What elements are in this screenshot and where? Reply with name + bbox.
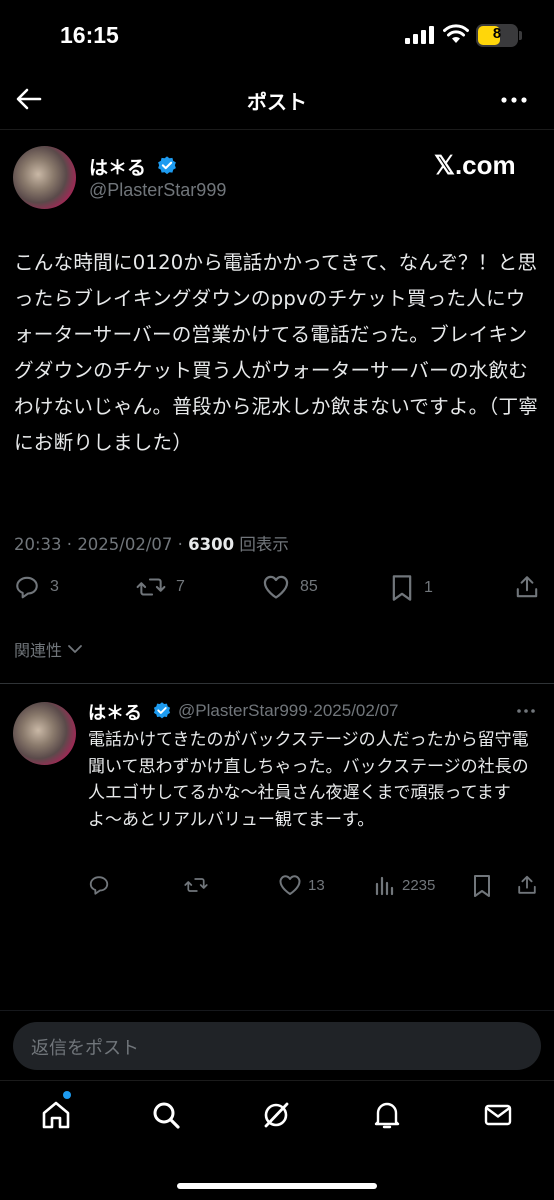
bookmark-count: 1 <box>424 579 433 596</box>
composer-divider <box>0 1010 554 1011</box>
messages-mail-icon[interactable] <box>482 1099 514 1131</box>
more-options-icon[interactable] <box>500 86 528 114</box>
cellular-signal-icon <box>405 26 434 44</box>
repost-icon <box>184 878 208 892</box>
verified-badge-icon <box>158 156 176 175</box>
home-icon[interactable] <box>40 1099 72 1131</box>
wifi-icon <box>443 24 469 43</box>
reply-icon <box>89 876 109 895</box>
reply-reply-button[interactable] <box>88 874 110 896</box>
reply-repost-button[interactable] <box>184 874 208 896</box>
divider <box>0 683 554 684</box>
views-chart-icon <box>375 876 394 896</box>
heart-icon <box>279 875 301 895</box>
reply-verified-badge-icon <box>153 702 171 719</box>
search-icon[interactable] <box>150 1099 182 1131</box>
share-icon <box>516 576 538 598</box>
x-watermark: 𝕏.com <box>434 150 516 180</box>
author-handle[interactable]: @PlasterStar999 <box>89 180 226 201</box>
share-icon <box>518 875 536 894</box>
reply-actions: 13 2235 <box>88 874 548 900</box>
grok-icon[interactable] <box>260 1099 292 1131</box>
reply-views-button[interactable]: 2235 <box>374 874 435 896</box>
status-time: 16:15 <box>60 22 119 48</box>
home-indicator[interactable] <box>177 1183 377 1189</box>
battery-icon: 8 <box>476 24 518 47</box>
home-notification-dot <box>63 1091 71 1099</box>
reply-author-name[interactable]: は＊る <box>88 699 142 725</box>
nav-bar: ポスト <box>0 74 554 130</box>
reply-icon <box>16 576 38 599</box>
reply-view-count: 2235 <box>402 876 436 894</box>
like-button[interactable]: 85 <box>262 574 318 600</box>
post-actions: 3 7 85 1 <box>0 574 554 610</box>
reply-composer-placeholder: 返信をポスト <box>31 1038 139 1059</box>
reply-text: 電話かけてきたのがバックステージの人だったから留守電聞いて思わずかけ直しちゃった… <box>88 730 529 830</box>
reply-composer-input[interactable]: 返信をポスト <box>13 1022 541 1070</box>
heart-icon <box>263 575 289 599</box>
bookmark-icon <box>474 875 490 897</box>
view-label: 回表示 <box>239 535 289 554</box>
reply-like-count: 13 <box>308 876 325 894</box>
share-button[interactable] <box>514 574 540 600</box>
reply-share-button[interactable] <box>516 874 538 896</box>
page-title: ポスト <box>247 90 307 114</box>
bookmark-icon <box>392 575 412 601</box>
bottom-tab-bar <box>0 1080 554 1200</box>
status-bar: 16:15 8 <box>0 0 554 74</box>
reply-more-icon[interactable] <box>516 707 536 715</box>
reply-date: 2025/02/07 <box>313 701 399 720</box>
view-count: 6300 <box>188 535 235 554</box>
reply-header-meta: @PlasterStar999·2025/02/07 <box>178 701 399 720</box>
reply-author-handle[interactable]: @PlasterStar999 <box>178 701 308 720</box>
sort-label: 関連性 <box>14 641 63 660</box>
post-time: 20:33 <box>14 535 62 554</box>
battery-nub <box>519 31 522 40</box>
reply-like-button[interactable]: 13 <box>278 874 325 896</box>
repost-count: 7 <box>176 578 185 595</box>
bookmark-button[interactable]: 1 <box>390 574 433 602</box>
sort-dropdown[interactable]: 関連性 <box>14 637 84 661</box>
post-meta: 20:33 · 2025/02/07 · 6300 回表示 <box>14 535 289 554</box>
reply-bookmark-button[interactable] <box>472 874 492 898</box>
reply-button[interactable]: 3 <box>14 574 59 600</box>
reply-count: 3 <box>50 578 59 595</box>
post-date: 2025/02/07 <box>77 535 173 554</box>
author-name[interactable]: は＊る <box>89 153 146 180</box>
chevron-down-icon <box>68 645 82 653</box>
author-avatar[interactable] <box>13 146 76 209</box>
reply-author-avatar[interactable] <box>13 702 76 765</box>
repost-icon <box>136 578 166 596</box>
battery-level: 8 <box>492 25 502 42</box>
post-text: こんな時間に0120から電話かかってきて、なんぞ？！と思ったらブレイキングダウン… <box>14 251 539 454</box>
like-count: 85 <box>300 578 318 595</box>
repost-button[interactable]: 7 <box>136 574 185 600</box>
notifications-bell-icon[interactable] <box>371 1099 403 1131</box>
